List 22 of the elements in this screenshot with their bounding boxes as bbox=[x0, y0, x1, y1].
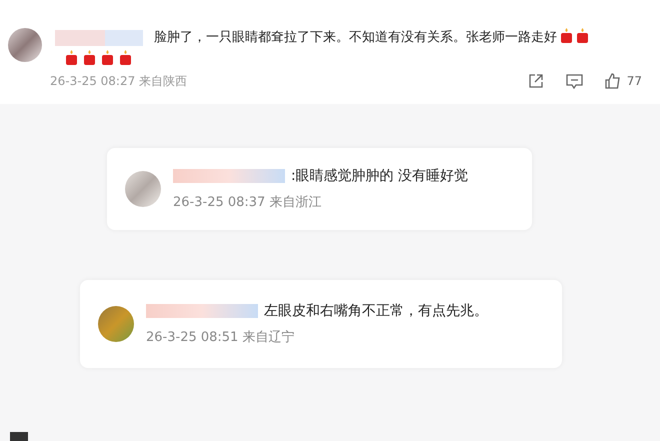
candle-icon bbox=[83, 50, 96, 65]
comment-meta: 26-3-25 08:27 来自陕西 bbox=[50, 73, 188, 90]
candle-icon bbox=[101, 50, 114, 65]
like-count: 77 bbox=[626, 73, 642, 90]
share-icon[interactable] bbox=[528, 73, 544, 89]
username-blur bbox=[105, 30, 143, 46]
like-icon[interactable] bbox=[604, 73, 621, 89]
avatar bbox=[8, 28, 42, 62]
avatar bbox=[125, 171, 161, 207]
reply-text: :眼睛感觉肿肿的 没有睡好觉 bbox=[291, 166, 468, 186]
candle-icon bbox=[576, 28, 589, 43]
reply-meta: 26-3-25 08:37 来自浙江 bbox=[173, 194, 322, 212]
avatar bbox=[10, 432, 28, 441]
reply-meta: 26-3-25 08:51 来自辽宁 bbox=[146, 328, 296, 347]
candle-icon bbox=[560, 28, 573, 43]
candle-icon bbox=[119, 50, 132, 65]
candle-icon bbox=[65, 50, 78, 65]
avatar bbox=[98, 306, 134, 342]
comment-icon[interactable] bbox=[566, 74, 583, 88]
reply-text: 左眼皮和右嘴角不正常，有点先兆。 bbox=[264, 302, 488, 321]
username-blur bbox=[55, 30, 105, 46]
comment-text: 脸肿了，一只眼睛都耷拉了下来。不知道有没有关系。张老师一路走好 bbox=[154, 30, 557, 45]
